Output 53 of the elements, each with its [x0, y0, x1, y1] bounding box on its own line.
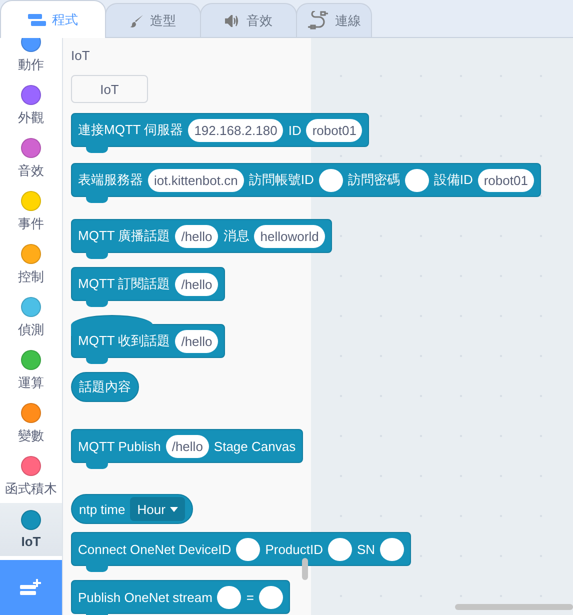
empty-block-input[interactable]	[259, 586, 283, 608]
block-label: SN	[357, 542, 376, 556]
block-label: Publish OneNet stream	[78, 590, 212, 604]
editor-tab[interactable]: 造型	[105, 3, 201, 37]
empty-block-input[interactable]	[404, 168, 429, 192]
code-blocks-icon	[28, 14, 46, 26]
block-label: 話題內容	[79, 378, 131, 396]
empty-block-input[interactable]	[236, 538, 260, 560]
category-item[interactable]: IoT	[0, 503, 62, 556]
extension-button[interactable]: IoT	[71, 75, 148, 103]
block-input[interactable]: iot.kittenbot.cn	[148, 168, 244, 192]
block-label: 設備ID	[434, 171, 473, 189]
editor-tab[interactable]: 連線	[296, 3, 372, 37]
block-input[interactable]: robot01	[478, 168, 534, 192]
block-label: MQTT 訂閱話題	[78, 275, 170, 293]
block-label: Stage Canvas	[214, 438, 296, 454]
scrollbar[interactable]	[455, 604, 573, 610]
speaker-icon	[224, 14, 240, 26]
empty-block-input[interactable]	[328, 538, 352, 560]
block-label: Connect OneNet DeviceID	[78, 542, 232, 556]
block-label: MQTT 廣播話題	[78, 227, 170, 245]
block-dropdown[interactable]: Hour	[130, 497, 186, 521]
editor-tab[interactable]: 音效	[200, 3, 297, 37]
block-label: ID	[288, 122, 302, 138]
empty-block-input[interactable]	[217, 586, 242, 608]
block-label: 訪問帳號ID	[248, 171, 314, 189]
block-input[interactable]: 192.168.2.180	[188, 118, 284, 142]
block-label: =	[246, 590, 254, 604]
block-label: MQTT 收到話題	[78, 332, 170, 350]
empty-block-input[interactable]	[318, 168, 343, 192]
add-extension-icon	[20, 578, 42, 596]
reporter-block[interactable]: 話題內容	[71, 372, 139, 402]
block-label: 訪問密碼	[348, 171, 400, 189]
block-label: 表端服務器	[78, 171, 143, 189]
block-input[interactable]: /hello	[175, 330, 218, 352]
empty-block-input[interactable]	[380, 538, 404, 560]
block-label: 連接MQTT 伺服器	[78, 121, 184, 139]
block-label: ntp time	[79, 502, 126, 516]
scrollbar[interactable]	[302, 558, 308, 580]
block-input[interactable]: /hello	[175, 224, 218, 248]
caret-icon	[170, 506, 178, 512]
block-input[interactable]: robot01	[306, 118, 362, 142]
block-label: MQTT Publish	[78, 438, 161, 454]
block-input[interactable]: helloworld	[254, 224, 325, 248]
brush-icon	[130, 14, 144, 28]
cable-icon	[307, 10, 329, 30]
block-input[interactable]: /hello	[166, 434, 209, 458]
block-label: ProductID	[265, 542, 323, 556]
block-input[interactable]: /hello	[175, 272, 218, 296]
category-title: IoT	[71, 48, 90, 63]
reporter-block[interactable]: ntp time Hour	[71, 494, 194, 524]
add-extension-button[interactable]	[0, 560, 62, 615]
block-label: 消息	[223, 227, 250, 245]
